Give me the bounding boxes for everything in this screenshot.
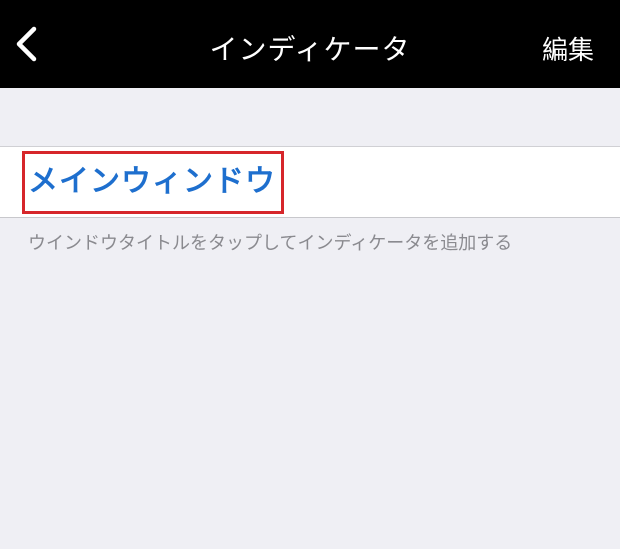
list-item-main-window[interactable]: メインウィンドウ <box>0 146 620 218</box>
navigation-bar: インディケータ 編集 <box>0 0 620 88</box>
list-item-label: メインウィンドウ <box>28 164 276 199</box>
chevron-left-icon <box>16 26 37 62</box>
back-button[interactable] <box>6 22 50 66</box>
section-footer-hint: ウインドウタイトルをタップしてインディケータを追加する <box>28 233 513 254</box>
page-title: インディケータ <box>209 33 411 66</box>
edit-button[interactable]: 編集 <box>542 0 594 102</box>
